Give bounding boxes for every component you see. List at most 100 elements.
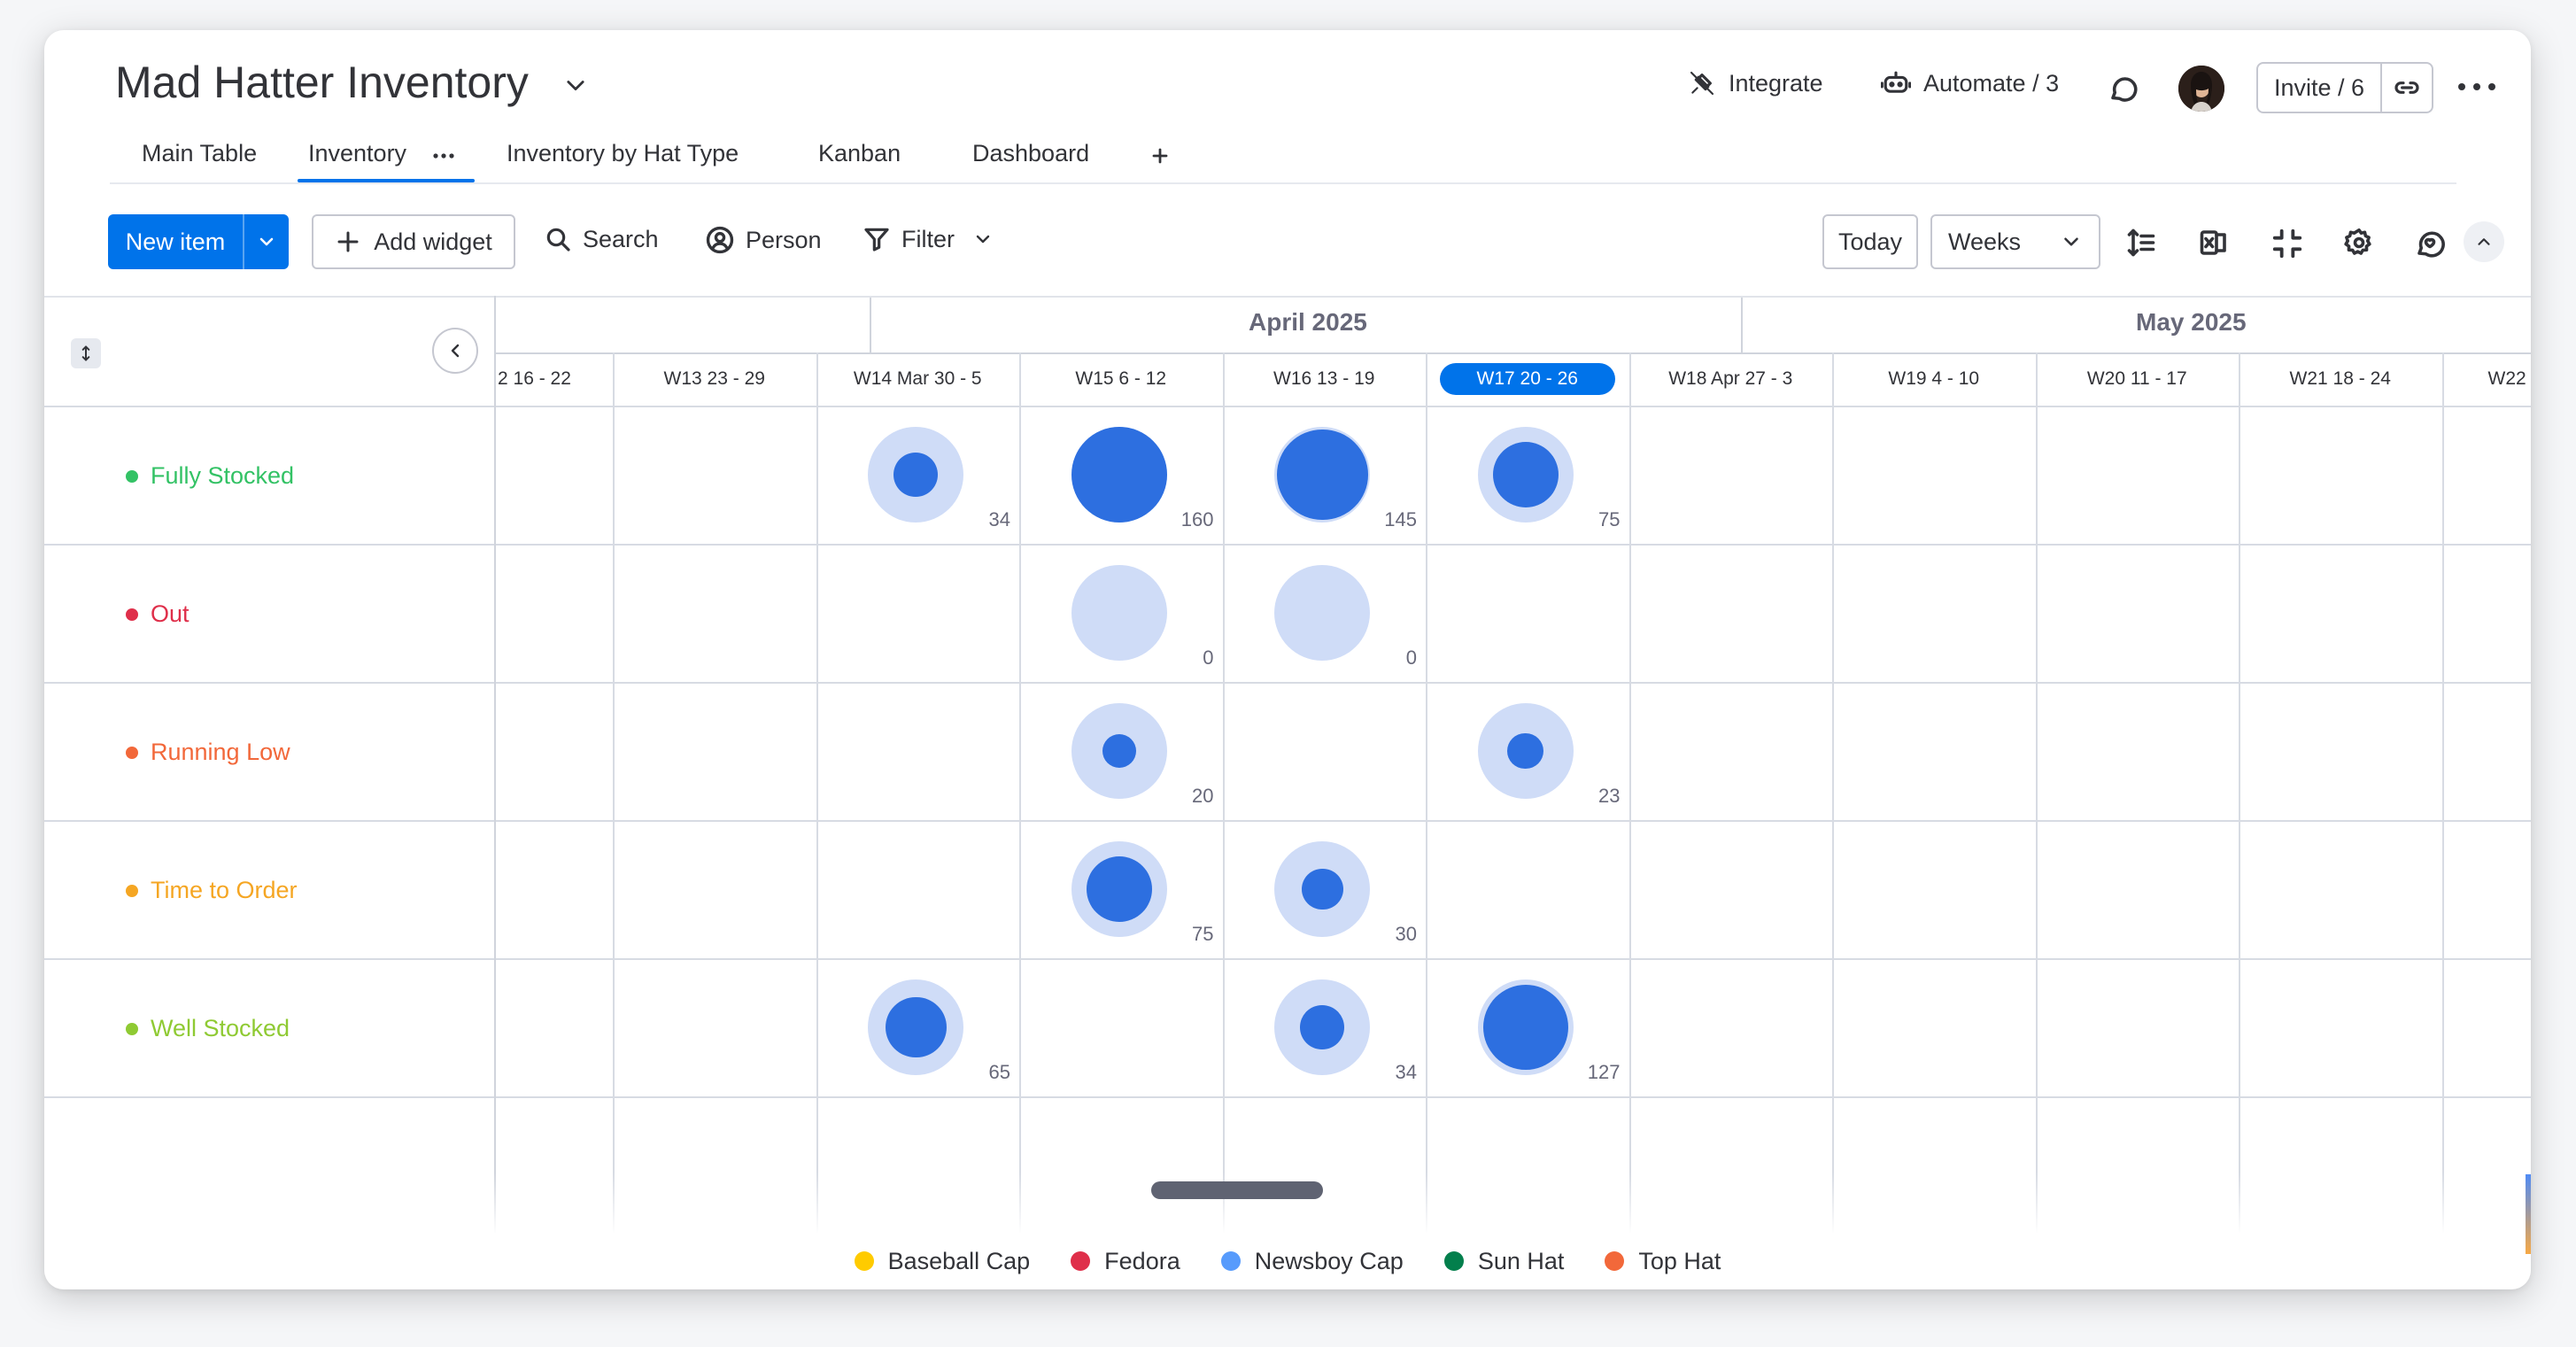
- legend-color-dot: [1071, 1251, 1091, 1271]
- bubble-value-label: 145: [1384, 508, 1417, 530]
- new-item-label[interactable]: New item: [108, 214, 244, 269]
- excel-export-icon[interactable]: [2198, 227, 2230, 259]
- bubble-value-label: 127: [1587, 1061, 1621, 1083]
- status-row-label[interactable]: Running Low: [126, 739, 290, 766]
- bubble-value-label: 20: [1192, 785, 1214, 807]
- search-button[interactable]: Search: [544, 225, 659, 253]
- week-column-divider: [2035, 352, 2038, 1233]
- automate-label: Automate / 3: [1923, 69, 2060, 97]
- chevron-down-icon[interactable]: [972, 228, 994, 250]
- legend-label: Top Hat: [1638, 1247, 1721, 1274]
- legend-item[interactable]: Sun Hat: [1443, 1248, 1564, 1275]
- collapse-header-button[interactable]: [2464, 221, 2504, 262]
- grid-top-border: [44, 296, 2531, 298]
- person-icon: [706, 226, 734, 254]
- bubble-value-fill[interactable]: [893, 453, 939, 497]
- tab-inventory-by-hat-type[interactable]: Inventory by Hat Type: [507, 140, 739, 167]
- today-button[interactable]: Today: [1822, 214, 1918, 269]
- row-divider: [44, 1096, 2531, 1098]
- horizontal-scrollbar[interactable]: [1151, 1181, 1323, 1199]
- chevron-left-icon: [451, 344, 460, 358]
- bubble-value-label: 75: [1598, 508, 1621, 530]
- new-item-dropdown[interactable]: [244, 214, 289, 269]
- add-view-icon[interactable]: [1148, 143, 1172, 168]
- tab-main-table[interactable]: Main Table: [142, 140, 257, 167]
- status-row-label[interactable]: Out: [126, 600, 190, 628]
- legend-item[interactable]: Newsboy Cap: [1220, 1248, 1404, 1275]
- week-column-divider: [1832, 352, 1834, 1233]
- tab-kanban[interactable]: Kanban: [818, 140, 901, 167]
- week-column-divider: [2441, 352, 2444, 1233]
- bubble-value-fill[interactable]: [1482, 984, 1568, 1071]
- tab-dashboard[interactable]: Dashboard: [972, 140, 1089, 167]
- collapse-sidebar-button[interactable]: [432, 328, 478, 374]
- integrate-button[interactable]: Integrate: [1688, 69, 1823, 97]
- status-row-label[interactable]: Fully Stocked: [126, 462, 294, 490]
- resize-handle[interactable]: [71, 338, 101, 368]
- week-header: W21 18 - 24: [2289, 368, 2391, 389]
- chat-bubble-icon[interactable]: [2108, 73, 2139, 105]
- bubble-value-fill[interactable]: [1492, 442, 1559, 507]
- filter-button[interactable]: Filter: [863, 225, 994, 253]
- legend-item[interactable]: Top Hat: [1605, 1248, 1721, 1275]
- timescale-value: Weeks: [1948, 228, 2022, 255]
- legend-color-dot: [1605, 1251, 1625, 1271]
- bubble-value-label: 160: [1180, 508, 1214, 530]
- person-filter-button[interactable]: Person: [705, 225, 822, 255]
- status-row-label[interactable]: Well Stocked: [126, 1015, 290, 1042]
- tabs-divider: [110, 182, 2456, 184]
- legend-item[interactable]: Baseball Cap: [854, 1247, 1031, 1275]
- bubble-value-fill[interactable]: [885, 996, 947, 1058]
- legend-item[interactable]: Fedora: [1071, 1248, 1180, 1275]
- tab-inventory[interactable]: Inventory: [308, 140, 406, 167]
- chevron-down-icon: [259, 237, 274, 246]
- bubble-value-label: 0: [1405, 646, 1417, 669]
- row-divider: [44, 406, 2531, 407]
- month-header: April 2025: [1249, 308, 1367, 336]
- bubble-value-fill[interactable]: [1086, 856, 1152, 922]
- invite-label[interactable]: Invite / 6: [2258, 64, 2382, 112]
- bubble-value-fill[interactable]: [1102, 733, 1136, 769]
- current-week-pill[interactable]: W17 20 - 26: [1440, 363, 1615, 395]
- search-icon: [546, 228, 570, 252]
- collapse-view-icon[interactable]: [2270, 227, 2304, 260]
- chevron-down-icon: [2064, 237, 2078, 246]
- week-header: 2 16 - 22: [498, 368, 571, 389]
- vertical-resize-icon: [81, 345, 90, 361]
- week-header: W18 Apr 27 - 3: [1668, 368, 1793, 389]
- robot-icon: [1881, 71, 1911, 93]
- status-dot: [126, 1022, 138, 1035]
- invite-button[interactable]: Invite / 6: [2256, 62, 2433, 113]
- add-widget-button[interactable]: Add widget: [312, 214, 515, 269]
- chevron-down-icon[interactable]: [563, 73, 588, 97]
- week-column-divider: [816, 352, 818, 1233]
- automate-button[interactable]: Automate / 3: [1881, 69, 2059, 97]
- new-item-button[interactable]: New item: [108, 214, 289, 269]
- bubble-value-fill[interactable]: [1300, 1005, 1345, 1049]
- bubble-value-label: 34: [1395, 1061, 1417, 1083]
- link-icon: [2394, 81, 2419, 94]
- legend-color-dot: [1220, 1251, 1241, 1271]
- status-label: Out: [151, 600, 190, 627]
- feedback-chat-icon[interactable]: [2414, 227, 2446, 259]
- week-column-divider: [1019, 352, 1021, 1233]
- copy-link-button[interactable]: [2382, 64, 2432, 112]
- avatar[interactable]: [2178, 66, 2224, 112]
- settings-gear-icon[interactable]: [2343, 227, 2375, 259]
- row-height-icon[interactable]: [2125, 227, 2157, 259]
- status-row-label[interactable]: Time to Order: [126, 877, 298, 904]
- board-title[interactable]: Mad Hatter Inventory: [115, 57, 529, 108]
- tab-options-icon[interactable]: [430, 147, 457, 165]
- week-column-divider: [1628, 352, 1631, 1233]
- bubble-value-fill[interactable]: [1276, 429, 1368, 521]
- more-options-icon[interactable]: [2455, 69, 2499, 105]
- bubble-value-label: 34: [988, 508, 1010, 530]
- legend-label: Baseball Cap: [887, 1247, 1031, 1274]
- status-dot: [126, 469, 138, 483]
- week-column-divider: [2239, 352, 2240, 1233]
- bubble-value-fill[interactable]: [1301, 868, 1343, 910]
- timescale-select[interactable]: Weeks: [1930, 214, 2100, 269]
- month-separator: [1741, 298, 1743, 354]
- legend-color-dot: [854, 1251, 874, 1271]
- edge-accent: [2526, 1174, 2531, 1254]
